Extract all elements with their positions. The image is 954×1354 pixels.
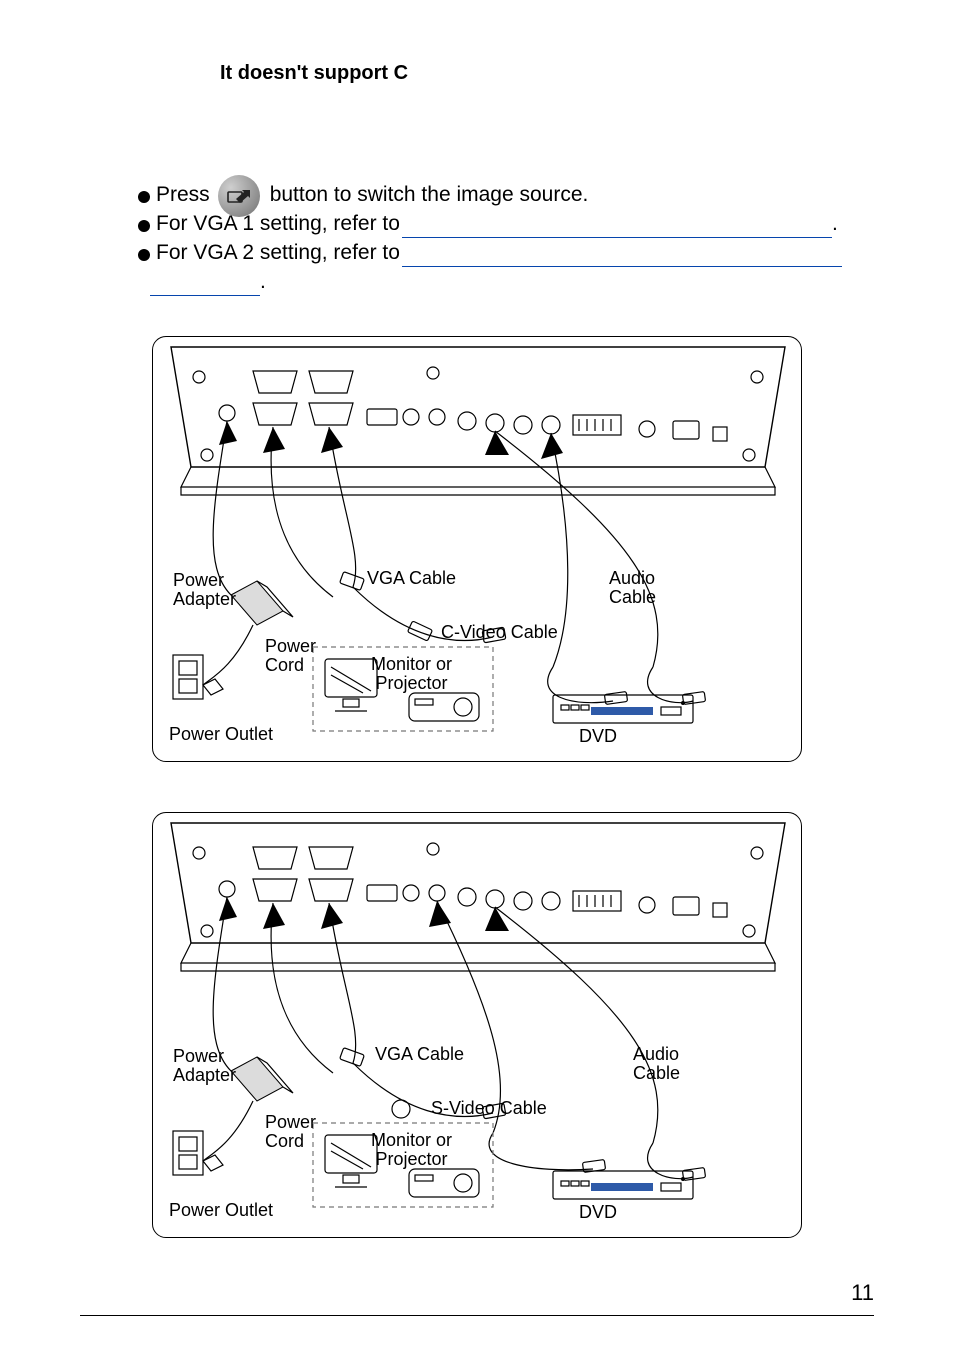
label-svideo-cable: S-Video Cable	[431, 1099, 547, 1119]
label-monitor-projector: Monitor or Projector	[371, 655, 452, 695]
vga2-link-blank-cont[interactable]	[150, 278, 260, 296]
diagram-svg	[153, 337, 802, 762]
vga2-link-blank[interactable]	[402, 249, 842, 267]
vga1-text: For VGA 1 setting, refer to	[156, 211, 400, 238]
source-button-icon	[218, 175, 260, 217]
bullet-row-3: For VGA 2 setting, refer to	[80, 240, 874, 267]
press-text: Press	[156, 182, 210, 209]
label-cvideo-cable: C-Video Cable	[441, 623, 558, 643]
label-power-cord: Power Cord	[265, 1113, 316, 1153]
footer-rule	[80, 1315, 874, 1316]
period: .	[832, 211, 838, 238]
diagram-svg	[153, 813, 802, 1238]
page-number: 11	[851, 1280, 874, 1306]
period: .	[260, 269, 266, 296]
diagram-area: Power Adapter Power Cord Power Outlet VG…	[80, 336, 874, 1238]
label-power-adapter: Power Adapter	[173, 1047, 236, 1087]
label-power-outlet: Power Outlet	[169, 1201, 273, 1221]
bullet-row-3b: .	[80, 269, 874, 296]
connection-diagram-cvideo: Power Adapter Power Cord Power Outlet VG…	[152, 336, 802, 762]
section-heading: It doesn't support C	[220, 62, 874, 85]
label-dvd: DVD	[579, 727, 617, 747]
label-power-outlet: Power Outlet	[169, 725, 273, 745]
instruction-block: Press button to switch the image source.…	[80, 171, 874, 296]
label-dvd: DVD	[579, 1203, 617, 1223]
bullet-icon	[138, 191, 150, 203]
bullet-icon	[138, 220, 150, 232]
label-audio-cable: Audio Cable	[609, 569, 656, 609]
label-vga-cable: VGA Cable	[375, 1045, 464, 1065]
vga1-link-blank[interactable]	[402, 220, 832, 238]
bullet-row-2: For VGA 1 setting, refer to .	[80, 211, 874, 238]
manual-page: It doesn't support C Press button to swi…	[0, 0, 954, 1354]
label-audio-cable: Audio Cable	[633, 1045, 680, 1085]
label-power-cord: Power Cord	[265, 637, 316, 677]
bullet-row-1: Press button to switch the image source.	[80, 171, 874, 209]
label-power-adapter: Power Adapter	[173, 571, 236, 611]
press-post: button to switch the image source.	[270, 182, 589, 209]
vga2-text: For VGA 2 setting, refer to	[156, 240, 400, 267]
connection-diagram-svideo: Power Adapter Power Cord Power Outlet VG…	[152, 812, 802, 1238]
label-monitor-projector: Monitor or Projector	[371, 1131, 452, 1171]
bullet-icon	[138, 249, 150, 261]
label-vga-cable: VGA Cable	[367, 569, 456, 589]
